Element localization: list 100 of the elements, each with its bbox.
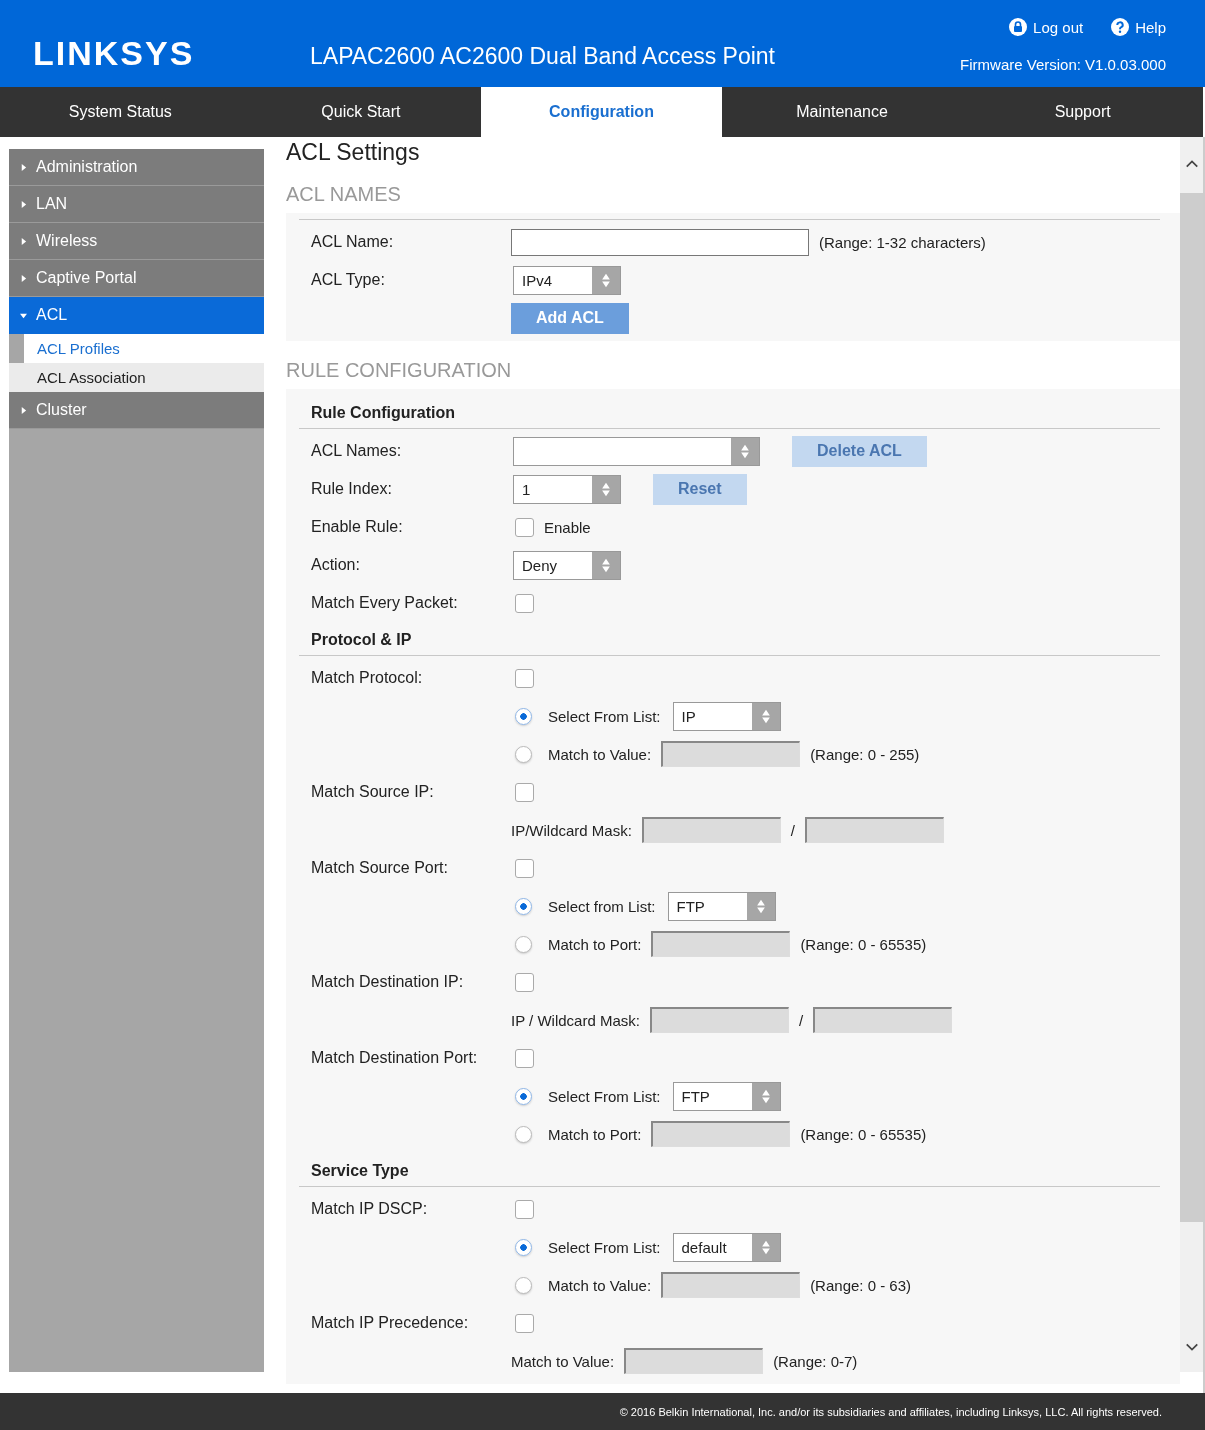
help-icon (1111, 18, 1130, 36)
checkbox[interactable] (515, 1048, 534, 1068)
spinner-icon (731, 437, 759, 465)
field-label: Match Protocol: (311, 669, 423, 686)
radio-button[interactable] (515, 897, 532, 915)
copyright-text: © 2016 Belkin International, Inc. and/or its subsidiaries and affiliates, including Linksys, LLC. All rights reserved. (619, 1405, 1162, 1418)
section-title: RULE CONFIGURATION (286, 358, 513, 383)
checkbox[interactable] (515, 668, 534, 688)
control-text: Select From List: (548, 1087, 661, 1105)
section-title: ACL NAMES (286, 182, 402, 207)
field-label: ACL Type: (311, 271, 385, 288)
field-label: Match Every Packet: (311, 594, 458, 611)
select-field[interactable]: FTP (667, 891, 776, 921)
page-title: ACL Settings (286, 139, 421, 165)
field-label: Enable Rule: (311, 518, 403, 535)
scrollbar[interactable] (1180, 137, 1203, 1372)
nav-tab[interactable]: Configuration (481, 87, 722, 137)
radio-button[interactable] (515, 745, 532, 763)
select-field[interactable]: FTP (672, 1081, 781, 1111)
action-button[interactable]: Add ACL (511, 302, 629, 334)
checkbox[interactable] (515, 1199, 534, 1219)
logo: LINKSYS (33, 33, 196, 73)
checkbox[interactable] (515, 517, 534, 537)
sidebar-item[interactable]: Administration (9, 149, 264, 186)
control-text: Match to Port: (548, 935, 642, 953)
radio-button[interactable] (515, 1087, 532, 1105)
checkbox[interactable] (515, 593, 534, 613)
control-text: IP/Wildcard Mask: (511, 821, 632, 839)
spinner-icon (746, 892, 775, 920)
scroll-down-icon[interactable] (1184, 1342, 1199, 1352)
select-field[interactable]: 1 (513, 474, 621, 504)
spinner-icon (592, 266, 620, 294)
group-heading: Service Type (310, 1161, 410, 1181)
radio-button[interactable] (515, 1238, 532, 1256)
input-field[interactable] (511, 228, 809, 256)
sidebar-subitem[interactable]: ACL Profiles (24, 334, 264, 363)
spinner-icon (751, 702, 780, 730)
sidebar-item[interactable]: Wireless (9, 223, 264, 260)
control-text: (Range: 1-32 characters) (819, 233, 986, 251)
nav-tab[interactable]: Support (962, 87, 1203, 137)
field-label: ACL Name: (311, 233, 394, 250)
control-text: / (798, 1011, 804, 1029)
field-label: Rule Index: (311, 480, 392, 497)
field-label: Match Source Port: (311, 859, 448, 876)
select-field[interactable]: default (672, 1232, 781, 1262)
control-text: Enable (544, 518, 591, 536)
control-text: Match to Port: (548, 1125, 642, 1143)
firmware-version: Firmware Version: V1.0.03.000 (960, 56, 1166, 73)
sidebar-item[interactable]: Captive Portal (9, 260, 264, 297)
select-field[interactable] (513, 436, 760, 466)
control-text: Match to Value: (548, 1276, 652, 1294)
control-text: IP / Wildcard Mask: (511, 1011, 640, 1029)
control-text: Select from List: (548, 897, 656, 915)
field-label: Match Destination Port: (311, 1049, 478, 1066)
scroll-up-icon[interactable] (1184, 159, 1199, 169)
sidebar-item[interactable]: ACL (9, 297, 264, 334)
radio-button[interactable] (515, 707, 532, 725)
select-field[interactable]: IP (672, 701, 781, 731)
group-heading: Rule Configuration (310, 403, 456, 423)
select-field[interactable]: Deny (513, 550, 621, 580)
nav-tab[interactable]: System Status (0, 87, 241, 137)
control-text: (Range: 0 - 65535) (800, 1125, 927, 1143)
control-text: (Range: 0 - 255) (810, 745, 920, 763)
spinner-icon (592, 475, 620, 503)
nav-tab[interactable]: Quick Start (240, 87, 482, 137)
nav-tab[interactable]: Maintenance (721, 87, 963, 137)
control-text: Select From List: (548, 707, 661, 725)
sidebar-subitem[interactable]: ACL Association (9, 363, 264, 392)
field-label: Match IP DSCP: (311, 1200, 428, 1217)
control-text: Select From List: (548, 1238, 661, 1256)
header-link[interactable]: Help (1111, 18, 1166, 36)
radio-button[interactable] (515, 1276, 532, 1294)
scrollbar-thumb[interactable] (1180, 193, 1203, 1222)
header-link[interactable]: Log out (1009, 18, 1084, 36)
checkbox[interactable] (515, 858, 534, 878)
field-label: Match Destination IP: (311, 973, 464, 990)
checkbox[interactable] (515, 1313, 534, 1333)
control-text: (Range: 0-7) (773, 1352, 858, 1370)
group-heading: Protocol & IP (310, 630, 413, 650)
control-text: (Range: 0 - 63) (810, 1276, 911, 1294)
control-text: / (790, 821, 796, 839)
checkbox[interactable] (515, 782, 534, 802)
control-text: Match to Value: (511, 1352, 615, 1370)
field-label: Match Source IP: (311, 783, 434, 800)
control-text: (Range: 0 - 65535) (800, 935, 927, 953)
select-field[interactable]: IPv4 (513, 265, 621, 295)
field-label: ACL Names: (311, 442, 402, 459)
spinner-icon (751, 1233, 780, 1261)
sidebar-item[interactable]: LAN (9, 186, 264, 223)
spinner-icon (592, 551, 620, 579)
field-label: Action: (311, 556, 360, 573)
radio-button[interactable] (515, 1125, 532, 1143)
field-label: Match IP Precedence: (311, 1314, 469, 1331)
lock-icon (1009, 18, 1028, 36)
product-title: LAPAC2600 AC2600 Dual Band Access Point (310, 42, 776, 71)
radio-button[interactable] (515, 935, 532, 953)
spinner-icon (751, 1082, 780, 1110)
checkbox[interactable] (515, 972, 534, 992)
control-text: Match to Value: (548, 745, 652, 763)
sidebar-item[interactable]: Cluster (9, 392, 264, 429)
